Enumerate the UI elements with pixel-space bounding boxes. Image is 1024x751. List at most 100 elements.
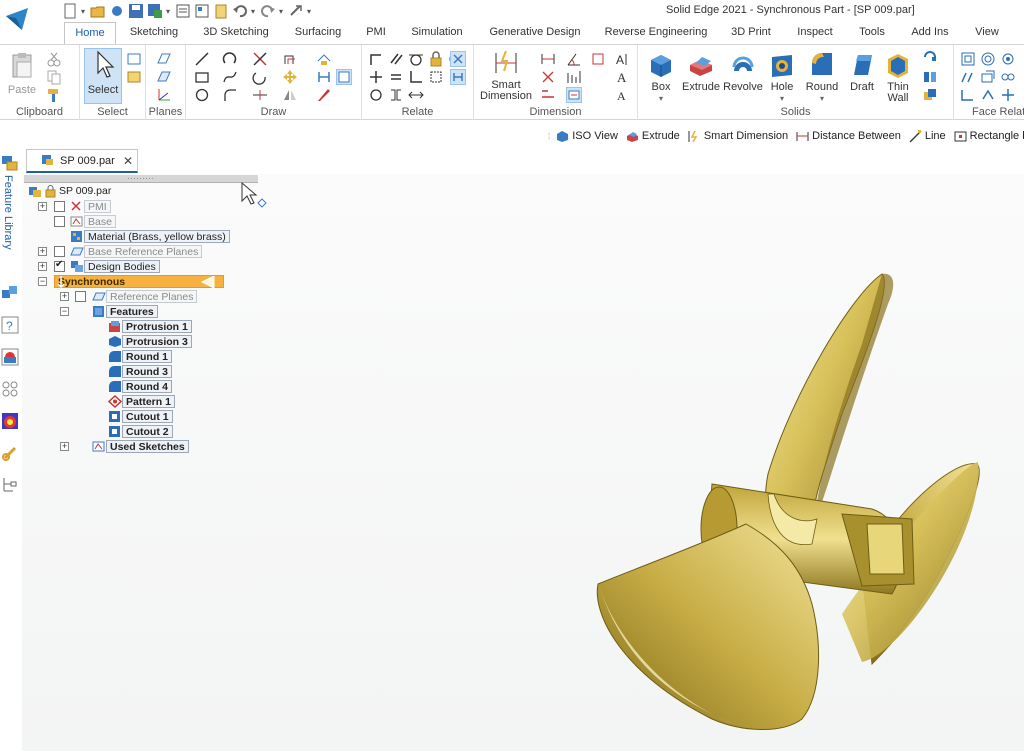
concentric-face-icon[interactable] [980, 51, 996, 67]
maintain-relationships-icon[interactable] [408, 87, 424, 103]
save-as-icon[interactable] [147, 3, 163, 19]
tree-label-round-4[interactable]: Round 4 [122, 380, 172, 393]
expand-toggle-base-reference-planes[interactable]: + [38, 247, 47, 256]
extrude-command-button[interactable]: Extrude [624, 130, 682, 143]
connect-icon[interactable] [368, 51, 384, 67]
symmetric-icon[interactable] [368, 87, 384, 103]
annotation-icon[interactable]: A [614, 87, 630, 103]
structure-icon[interactable] [1, 476, 19, 494]
propeller-model[interactable] [22, 174, 1024, 751]
open-icon[interactable] [90, 3, 106, 19]
mirror-icon[interactable] [282, 87, 298, 103]
relationship-handles-icon[interactable] [336, 69, 352, 85]
extrude-button[interactable]: Extrude [680, 51, 722, 93]
angle-between-icon[interactable] [566, 51, 582, 67]
select-filter-icon[interactable] [126, 51, 142, 67]
select-button[interactable]: Select [84, 48, 122, 104]
variables-icon[interactable] [1, 380, 19, 398]
offset-icon[interactable] [282, 51, 298, 67]
collinear-icon[interactable] [388, 87, 404, 103]
symmetric-face-icon[interactable] [1000, 69, 1016, 85]
arc-icon[interactable] [222, 51, 238, 67]
rigid-face-icon[interactable] [960, 87, 976, 103]
iso-view-button[interactable]: ISO View [554, 130, 620, 143]
tree-label-base-reference-planes[interactable]: Base Reference Planes [84, 245, 203, 258]
rectangle-command-button[interactable]: Rectangle by [952, 130, 1024, 143]
tab-simulation[interactable]: Simulation [396, 22, 478, 44]
tree-label-cutout-2[interactable]: Cutout 2 [122, 425, 173, 438]
intellisketch-icon[interactable] [316, 69, 332, 85]
checkbox-base-reference-planes[interactable] [54, 246, 65, 257]
line-icon[interactable] [194, 51, 210, 67]
tab-3d-print[interactable]: 3D Print [720, 22, 782, 44]
fillet-icon[interactable] [222, 87, 238, 103]
extend-icon[interactable] [252, 69, 268, 85]
plane-by-icon[interactable] [156, 69, 172, 85]
trim-icon[interactable] [252, 51, 268, 67]
add-relate-icon[interactable] [1000, 87, 1016, 103]
tree-label-protrusion-1[interactable]: Protrusion 1 [122, 320, 192, 333]
rectangle-icon[interactable] [194, 69, 210, 85]
format-painter-icon[interactable] [46, 87, 62, 103]
help-icon[interactable]: ? [1, 316, 19, 334]
expand-toggle-pmi[interactable]: + [38, 202, 47, 211]
tree-label-round-3[interactable]: Round 3 [122, 365, 172, 378]
add-body-icon[interactable] [922, 87, 938, 103]
tangent-icon[interactable] [408, 51, 424, 67]
paste-button[interactable]: Paste [4, 51, 40, 96]
chamfer-dimension-icon[interactable] [540, 87, 556, 103]
tab-generative-design[interactable]: Generative Design [478, 22, 592, 44]
hole-button[interactable]: Hole ▾ [764, 51, 800, 104]
draft-button[interactable]: Draft [844, 51, 880, 93]
link-icon[interactable] [1, 444, 19, 462]
parallel-face-icon[interactable] [960, 69, 976, 85]
dimension-style-icon[interactable] [566, 87, 582, 103]
tangent-face-icon[interactable] [1000, 51, 1016, 67]
tab-add-ins[interactable]: Add Ins [896, 22, 964, 44]
print-icon[interactable] [175, 3, 191, 19]
plane-icon[interactable] [156, 51, 172, 67]
chevron-down-icon[interactable]: ▾ [800, 93, 844, 104]
pathfinder-resize-grip[interactable]: ......... [24, 174, 258, 183]
sketch-color-icon[interactable] [316, 87, 332, 103]
tree-label-base[interactable]: Base [84, 215, 116, 228]
coordinate-dimension-icon[interactable] [590, 51, 606, 67]
feature-library-tab[interactable]: Feature Library [0, 175, 14, 250]
coplanar-icon[interactable] [960, 51, 976, 67]
round-button[interactable]: Round ▾ [800, 51, 844, 104]
clipboard-icon[interactable] [213, 3, 229, 19]
perpendicular-face-icon[interactable] [980, 69, 996, 85]
tab-surfacing[interactable]: Surfacing [280, 22, 356, 44]
relate-active-icon[interactable] [450, 51, 466, 67]
mirror-feature-icon[interactable] [922, 69, 938, 85]
save-icon[interactable] [128, 3, 144, 19]
tab-tools[interactable]: Tools [848, 22, 896, 44]
symmetric-diameter-icon[interactable] [566, 69, 582, 85]
checkbox-design-bodies[interactable] [54, 259, 65, 272]
tree-label-pmi[interactable]: PMI [84, 200, 111, 213]
parallel-icon[interactable] [388, 51, 404, 67]
document-tab[interactable]: SP 009.par ✕ [26, 149, 138, 173]
new-icon[interactable] [62, 3, 78, 19]
tree-label-features[interactable]: Features [106, 305, 158, 318]
expand-toggle-reference-planes[interactable]: + [60, 292, 69, 301]
tab-view[interactable]: View [964, 22, 1010, 44]
tree-label-used-sketches[interactable]: Used Sketches [106, 440, 189, 453]
split-icon[interactable] [252, 87, 268, 103]
tree-label-reference-planes[interactable]: Reference Planes [106, 290, 198, 303]
results-icon[interactable] [1, 412, 19, 430]
chevron-down-icon[interactable]: ▾ [166, 7, 172, 16]
chevron-down-icon[interactable]: ▾ [279, 7, 285, 16]
expand-toggle-design-bodies[interactable]: + [38, 262, 47, 271]
tab-reverse-engineering[interactable]: Reverse Engineering [592, 22, 720, 44]
circle-icon[interactable] [194, 87, 210, 103]
grip-icon[interactable]: ⁞ [548, 132, 550, 141]
tree-label-round-1[interactable]: Round 1 [122, 350, 172, 363]
relate-highlight-icon[interactable] [450, 69, 466, 85]
undo-icon[interactable] [232, 3, 248, 19]
rollback-marker-icon[interactable] [200, 275, 222, 291]
tree-label-synchronous[interactable]: Synchronous [54, 275, 224, 288]
smart-dimension-command-button[interactable]: Smart Dimension [686, 130, 790, 143]
tree-label-cutout-1[interactable]: Cutout 1 [122, 410, 173, 423]
horizontal-vertical-icon[interactable] [408, 69, 424, 85]
